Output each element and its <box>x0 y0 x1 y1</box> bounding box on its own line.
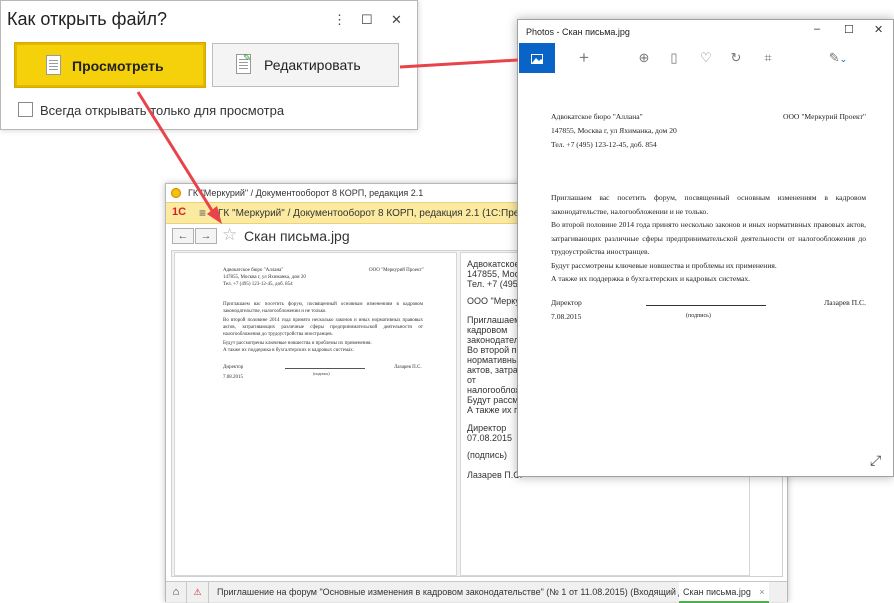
ocr-line: 147855, Моск <box>467 269 524 279</box>
letter-date: 7.08.2015 <box>551 311 582 321</box>
letter-paragraph: Во второй половине 2014 года принято нес… <box>551 220 866 256</box>
more-icon[interactable]: ⋮ <box>333 12 346 28</box>
letter-paragraph: А также их поддержка в бухгалтерских и к… <box>223 348 355 353</box>
edit-icon[interactable]: ✎⌄ <box>820 43 856 73</box>
fullscreen-icon[interactable]: ⤢ <box>870 452 881 469</box>
tab-close-icon[interactable]: × <box>759 587 764 597</box>
ocr-line: Тел. +7 (495) <box>467 279 521 289</box>
edit-button-label: Редактировать <box>264 57 361 73</box>
1c-logo-icon <box>171 188 181 198</box>
open-file-dialog: Как открыть файл? ⋮ ☐ ✕ Просмотреть ✎ Ре… <box>0 0 418 130</box>
close-icon[interactable]: ✕ <box>391 12 402 28</box>
close-icon[interactable]: ✕ <box>874 23 883 36</box>
maximize-icon[interactable]: ☐ <box>361 12 373 28</box>
ocr-line: кадровом <box>467 325 508 335</box>
letter-paragraph: Во второй половине 2014 года принято нес… <box>223 318 423 337</box>
letter-recipient: ООО "Меркурий Проект" <box>369 268 424 273</box>
tab-document[interactable]: Приглашение на форум "Основные изменения… <box>213 582 726 603</box>
menu-icon[interactable]: ≡ <box>199 206 206 220</box>
edit-button[interactable]: ✎ Редактировать <box>212 43 399 87</box>
letter-address: 147855, Москва г, ул Яхиманка, дом 20 <box>223 275 306 280</box>
letter-signer-title: Директор <box>551 297 582 307</box>
ocr-line: А также их по <box>467 405 524 415</box>
letter-sender: Адвокатское бюро "Аллана" <box>223 268 284 273</box>
maximize-icon[interactable]: ☐ <box>844 23 854 36</box>
favorite-star-icon[interactable]: ☆ <box>222 225 237 245</box>
letter-paragraph: Приглашаем вас посетить форум, посвященн… <box>223 302 423 314</box>
letter-signer-title: Директор <box>223 365 244 370</box>
photos-titlebar: Photos - Скан письма.jpg – ☐ ✕ <box>518 20 893 43</box>
signature-caption: (подпись) <box>686 312 711 319</box>
delete-icon[interactable]: ▯ <box>656 43 692 73</box>
signature-caption: (подпись) <box>313 371 330 376</box>
letter-image: Адвокатское бюро "Аллана" ООО "Меркурий … <box>551 110 866 324</box>
rotate-icon[interactable]: ↻ <box>718 43 754 73</box>
image-icon[interactable] <box>519 43 555 73</box>
scan-preview-page: Адвокатское бюро "Аллана" ООО "Меркурий … <box>174 252 457 576</box>
view-button[interactable]: Просмотреть <box>14 42 206 88</box>
view-button-label: Просмотреть <box>72 58 164 74</box>
ocr-line: (подпись) <box>467 450 508 460</box>
add-icon[interactable]: + <box>566 43 602 73</box>
letter-signer-name: Лазарев П.С. <box>824 297 866 307</box>
photos-window: Photos - Скан письма.jpg – ☐ ✕ + ⊕ ▯ ♡ ↻… <box>517 19 894 477</box>
pencil-icon: ✎ <box>243 53 252 64</box>
always-view-checkbox[interactable] <box>18 102 33 117</box>
letter-paragraph: Будут рассмотрены ключевые новшества и п… <box>551 260 777 270</box>
document-icon <box>46 55 61 75</box>
letter-date: 7.08.2015 <box>223 375 243 380</box>
ocr-line: 07.08.2015 <box>467 433 513 443</box>
letter-sender: Адвокатское бюро "Аллана" <box>551 112 643 121</box>
letter-paragraph: А также их поддержка в бухгалтерских и к… <box>551 274 751 283</box>
letter-recipient: ООО "Меркурий Проект" <box>782 112 866 121</box>
home-button[interactable]: ⌂ <box>166 582 187 603</box>
warning-icon[interactable]: ⚠ <box>187 582 209 603</box>
tab-scan[interactable]: Скан письма.jpg × <box>679 582 769 603</box>
letter-paragraph: Будут рассмотрены ключевые новшества и п… <box>223 341 372 346</box>
letter-signer-name: Лазарев П.С. <box>394 365 422 370</box>
letter-phone: Тел. +7 (495) 123-12-45, доб. 854 <box>551 139 657 149</box>
tab-scan-label: Скан письма.jpg <box>683 587 751 597</box>
document-title: Скан письма.jpg <box>244 228 350 244</box>
signature-line <box>646 304 766 306</box>
always-view-label: Всегда открывать только для просмотра <box>40 103 285 118</box>
ocr-line: от <box>467 375 476 385</box>
ocr-line: нормативных <box>467 355 523 365</box>
letter-phone: Тел. +7 (495) 123-12-45, доб. 854 <box>223 282 293 287</box>
letter-paragraph: Приглашаем вас посетить форум, посвященн… <box>551 193 866 216</box>
minimize-icon[interactable]: – <box>814 23 820 35</box>
ocr-line: Лазарев П.С. <box>467 470 523 480</box>
back-button[interactable]: ← <box>172 228 194 244</box>
1c-brand-icon: 1С <box>172 206 187 218</box>
dialog-title: Как открыть файл? <box>7 9 168 29</box>
app-title: ГК "Меркурий" / Документооборот 8 КОРП, … <box>218 208 567 219</box>
photos-toolbar: + ⊕ ▯ ♡ ↻ ⌗ ✎⌄ <box>518 43 893 73</box>
crop-icon[interactable]: ⌗ <box>750 43 786 73</box>
open-windows-bar: ⌂ ⚠ Приглашение на форум "Основные измен… <box>166 581 787 603</box>
forward-button[interactable]: → <box>195 228 217 244</box>
letter-address: 147855, Москва г, ул Яхиманка, дом 20 <box>551 126 677 135</box>
ocr-line: Директор <box>467 423 507 433</box>
photos-title: Photos - Скан письма.jpg <box>526 27 630 37</box>
signature-line <box>285 368 365 369</box>
window-title: ГК "Меркурий" / Документооборот 8 КОРП, … <box>188 188 424 198</box>
